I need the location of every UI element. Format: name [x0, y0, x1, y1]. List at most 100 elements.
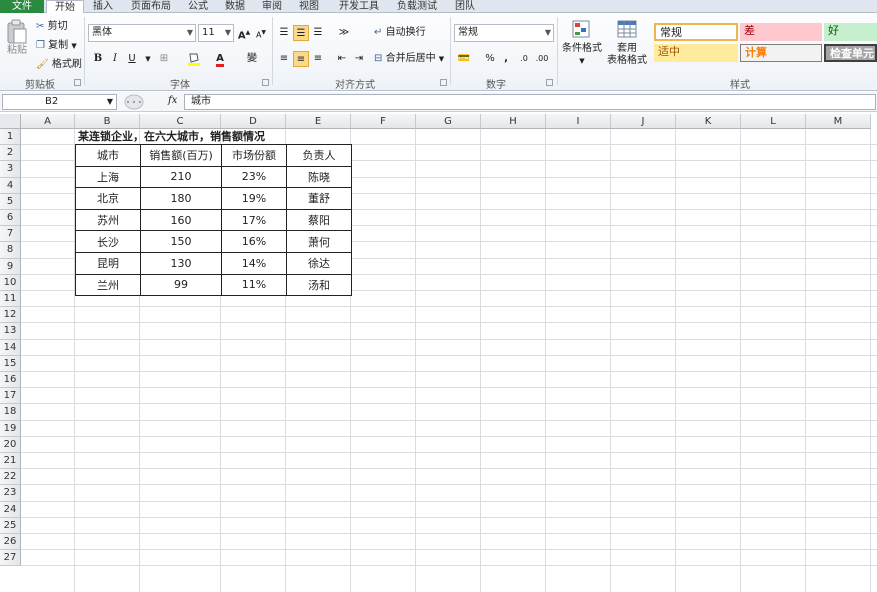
border-button[interactable]: ⊞	[156, 51, 172, 67]
cell-share[interactable]: 19%	[221, 187, 287, 210]
row-header-6[interactable]: 6	[0, 210, 21, 227]
column-header-j[interactable]: J	[611, 114, 676, 129]
select-all-corner[interactable]	[0, 114, 21, 129]
accounting-format-button[interactable]: 💳	[456, 51, 472, 67]
tab-review[interactable]: 审阅	[255, 0, 289, 13]
tab-file[interactable]: 文件	[0, 0, 44, 13]
font-launcher-icon[interactable]	[262, 79, 269, 86]
phonetic-button[interactable]: 變	[244, 51, 260, 67]
decrease-indent-button[interactable]: ⇤	[334, 51, 350, 67]
style-normal[interactable]: 常规	[654, 23, 738, 41]
column-header-l[interactable]: L	[741, 114, 806, 129]
cell-share[interactable]: 11%	[221, 273, 287, 297]
header-cell-city[interactable]: 城市	[75, 144, 141, 167]
cell-manager[interactable]: 汤和	[286, 273, 352, 297]
header-cell-sales[interactable]: 销售额(百万)	[140, 144, 222, 167]
cell-manager[interactable]: 萧何	[286, 230, 352, 253]
tab-view[interactable]: 视图	[292, 0, 326, 13]
row-header-24[interactable]: 24	[0, 501, 21, 518]
bold-button[interactable]: B	[90, 51, 106, 67]
row-header-14[interactable]: 14	[0, 339, 21, 356]
column-header-c[interactable]: C	[140, 114, 221, 129]
column-header-b[interactable]: B	[75, 114, 140, 129]
row-header-5[interactable]: 5	[0, 193, 21, 210]
cell-manager[interactable]: 蔡阳	[286, 208, 352, 232]
column-header-d[interactable]: D	[221, 114, 286, 129]
format-as-table-button[interactable]: 套用 表格格式	[604, 19, 650, 67]
underline-dropdown-icon[interactable]: ▼	[140, 51, 156, 67]
column-header-i[interactable]: I	[546, 114, 611, 129]
decrease-decimal-button[interactable]: .00	[534, 51, 550, 67]
align-right-button[interactable]: ≡	[310, 51, 326, 67]
style-bad[interactable]: 差	[740, 23, 822, 41]
cell-share[interactable]: 17%	[221, 208, 287, 232]
tab-team[interactable]: 团队	[448, 0, 482, 13]
tab-load-test[interactable]: 负载测试	[390, 0, 444, 13]
header-cell-share[interactable]: 市场份额	[221, 144, 287, 167]
tab-home[interactable]: 开始	[46, 0, 84, 14]
row-header-25[interactable]: 25	[0, 517, 21, 534]
orientation-button[interactable]: ≫	[336, 25, 352, 41]
row-header-17[interactable]: 17	[0, 388, 21, 405]
row-header-1[interactable]: 1	[0, 129, 21, 146]
cell-manager[interactable]: 陈晓	[286, 165, 352, 189]
format-painter-button[interactable]: 🖌 格式刷	[36, 59, 82, 71]
cell-city[interactable]: 北京	[75, 187, 141, 210]
style-good[interactable]: 好	[824, 23, 877, 41]
conditional-format-button[interactable]: 条件格式 ▼	[562, 19, 602, 67]
cell-sales[interactable]: 99	[140, 273, 222, 297]
row-header-13[interactable]: 13	[0, 323, 21, 340]
row-header-26[interactable]: 26	[0, 534, 21, 551]
cell-manager[interactable]: 徐达	[286, 251, 352, 275]
alignment-launcher-icon[interactable]	[440, 79, 447, 86]
row-header-10[interactable]: 10	[0, 274, 21, 291]
row-header-27[interactable]: 27	[0, 550, 21, 567]
chevron-down-icon[interactable]: ▼	[71, 42, 76, 50]
number-format-select[interactable]: 常规 ▼	[454, 24, 554, 42]
row-header-22[interactable]: 22	[0, 469, 21, 486]
style-neutral[interactable]: 适中	[654, 44, 738, 62]
row-header-3[interactable]: 3	[0, 161, 21, 178]
row-header-12[interactable]: 12	[0, 307, 21, 324]
row-header-20[interactable]: 20	[0, 436, 21, 453]
cell-share[interactable]: 23%	[221, 165, 287, 189]
row-header-16[interactable]: 16	[0, 372, 21, 389]
sales-table[interactable]: 城市 销售额(百万) 市场份额 负责人 上海 210 23% 陈晓 北京 180…	[75, 144, 352, 297]
cell-manager[interactable]: 董舒	[286, 187, 352, 210]
name-box[interactable]: B2 ▼	[2, 94, 117, 110]
column-header-f[interactable]: F	[351, 114, 416, 129]
wrap-text-button[interactable]: ↵ 自动换行	[374, 27, 426, 39]
row-header-11[interactable]: 11	[0, 291, 21, 308]
font-name-select[interactable]: 黑体 ▼	[88, 24, 196, 42]
fill-color-button[interactable]	[186, 51, 202, 67]
row-header-9[interactable]: 9	[0, 258, 21, 275]
underline-button[interactable]: U	[124, 51, 140, 67]
row-header-4[interactable]: 4	[0, 177, 21, 194]
grow-font-button[interactable]: A▲	[236, 25, 252, 41]
row-header-15[interactable]: 15	[0, 355, 21, 372]
sheet-title[interactable]: 某连锁企业，在六大城市，销售额情况	[78, 130, 265, 144]
tab-page-layout[interactable]: 页面布局	[124, 0, 178, 13]
cell-sales[interactable]: 160	[140, 208, 222, 232]
insert-function-icon[interactable]: fx	[168, 95, 177, 106]
percent-button[interactable]: %	[482, 51, 498, 67]
paste-button[interactable]: 粘贴	[4, 19, 30, 57]
clipboard-launcher-icon[interactable]	[74, 79, 81, 86]
cell-sales[interactable]: 210	[140, 165, 222, 189]
formula-input[interactable]: 城市	[184, 94, 876, 110]
header-cell-manager[interactable]: 负责人	[286, 144, 352, 167]
column-header-h[interactable]: H	[481, 114, 546, 129]
row-header-8[interactable]: 8	[0, 242, 21, 259]
font-size-select[interactable]: 11 ▼	[198, 24, 234, 42]
align-center-button[interactable]: ≡	[293, 51, 309, 67]
row-header-23[interactable]: 23	[0, 485, 21, 502]
style-check-cell[interactable]: 检查单元	[824, 44, 877, 62]
cell-city[interactable]: 长沙	[75, 230, 141, 253]
column-header-k[interactable]: K	[676, 114, 741, 129]
column-header-g[interactable]: G	[416, 114, 481, 129]
chevron-down-icon[interactable]: ▼	[439, 55, 444, 63]
cell-city[interactable]: 上海	[75, 165, 141, 189]
align-bottom-button[interactable]: ☰	[310, 25, 326, 41]
row-header-19[interactable]: 19	[0, 420, 21, 437]
row-header-21[interactable]: 21	[0, 453, 21, 470]
